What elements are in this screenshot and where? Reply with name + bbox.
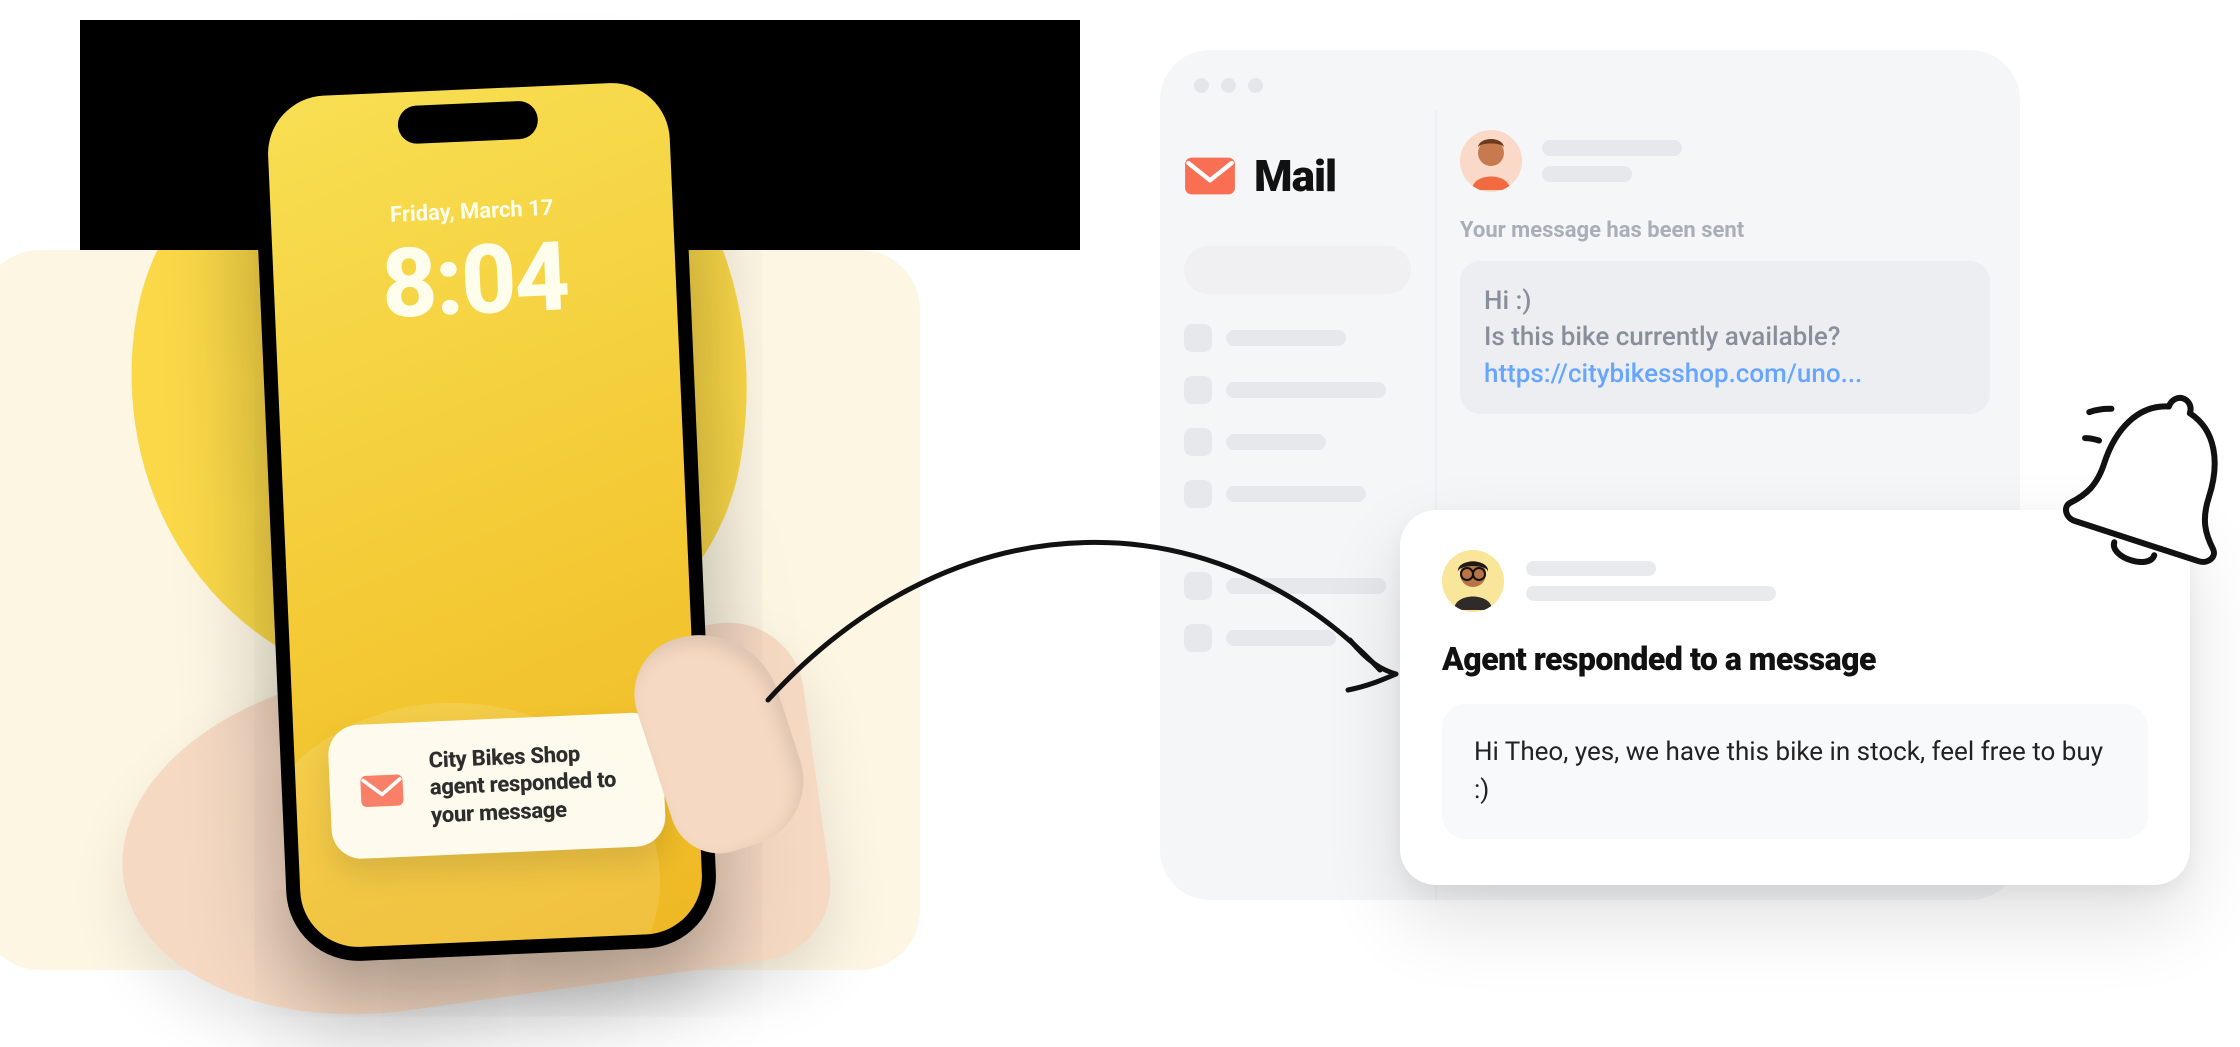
sidebar-item[interactable]: [1184, 428, 1411, 456]
notification-body: Hi Theo, yes, we have this bike in stock…: [1442, 704, 2148, 839]
sidebar-item[interactable]: [1184, 376, 1411, 404]
mail-icon: [357, 765, 407, 815]
mail-sidebar: Mail: [1160, 110, 1435, 900]
lockscreen-notification[interactable]: City Bikes Shop agent responded to your …: [327, 711, 667, 860]
decorative-pixel: [228, 186, 242, 200]
notification-text: City Bikes Shop agent responded to your …: [428, 738, 637, 829]
sent-status-label: Your message has been sent: [1460, 218, 1990, 243]
phone-notch: [397, 100, 539, 144]
message-line: Hi :): [1484, 286, 1531, 316]
mail-icon: [1184, 156, 1236, 196]
sidebar-item-selected[interactable]: [1184, 246, 1411, 294]
phone-screen: Friday, March 17 8:04 City Bikes Shop ag…: [266, 81, 705, 950]
decorative-pixels: [210, 165, 224, 179]
lockscreen-time: 8:04: [272, 217, 679, 346]
mail-title: Mail: [1254, 150, 1336, 202]
sent-message-body: Hi :) Is this bike currently available? …: [1460, 261, 1990, 414]
notification-header-placeholder: [1526, 561, 1776, 601]
phone-mockup: Friday, March 17 8:04 City Bikes Shop ag…: [251, 66, 719, 964]
sidebar-item[interactable]: [1184, 480, 1411, 508]
message-header: [1460, 130, 1990, 192]
message-header-placeholder: [1542, 140, 1990, 182]
arrow-illustration: [760, 530, 1420, 740]
mail-content: Your message has been sent Hi :) Is this…: [1460, 130, 1990, 414]
avatar: [1442, 550, 1504, 612]
notification-title: Agent responded to a message: [1442, 640, 2148, 678]
mail-header: Mail: [1184, 150, 1411, 202]
message-link[interactable]: https://citybikesshop.com/uno...: [1484, 359, 1862, 389]
sidebar-item[interactable]: [1184, 324, 1411, 352]
message-line: Is this bike currently available?: [1484, 322, 1840, 352]
notification-header: [1442, 550, 2148, 612]
avatar: [1460, 130, 1522, 192]
window-traffic-lights: [1194, 78, 1263, 93]
